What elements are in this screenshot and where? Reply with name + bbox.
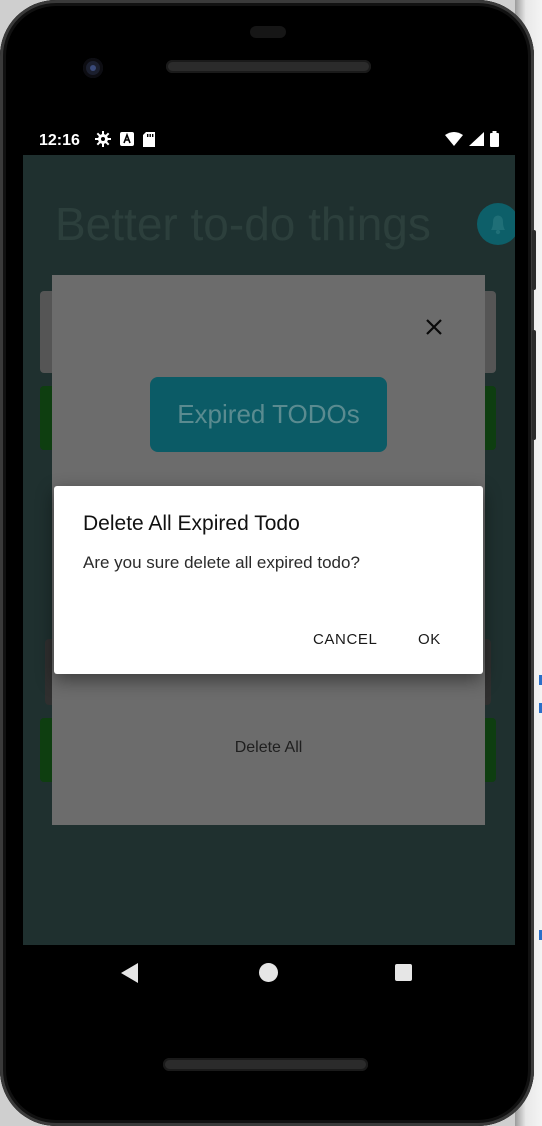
notification-bell-button[interactable] (477, 203, 515, 245)
bottom-speaker (163, 1058, 368, 1071)
home-icon[interactable] (259, 963, 278, 982)
ok-button[interactable]: OK (418, 631, 441, 648)
app-title: Better to-do things (55, 198, 431, 250)
front-camera-icon (83, 58, 103, 78)
signal-icon (469, 132, 484, 151)
navigation-bar (23, 945, 515, 1000)
cancel-button[interactable]: CANCEL (313, 631, 377, 648)
recent-apps-icon[interactable] (395, 964, 412, 981)
top-speaker (166, 60, 371, 73)
confirm-dialog: Delete All Expired Todo Are you sure del… (54, 486, 483, 674)
status-time: 12:16 (39, 132, 80, 149)
earpiece (250, 26, 286, 38)
dialog-title: Delete All Expired Todo (83, 512, 300, 535)
status-bar: 12:16 (23, 125, 515, 155)
phone-screen: 12:16 Better to-do things Expired TODOs … (23, 125, 515, 1000)
battery-icon (490, 131, 499, 152)
volume-button (532, 230, 536, 290)
bell-icon (491, 215, 505, 235)
a-box-icon (120, 132, 134, 151)
dialog-message: Are you sure delete all expired todo? (83, 553, 360, 572)
expired-todos-button[interactable]: Expired TODOs (150, 377, 387, 452)
gear-icon (95, 131, 111, 152)
power-button (532, 330, 536, 440)
wifi-icon (445, 132, 463, 151)
delete-all-button[interactable]: Delete All (52, 739, 485, 757)
close-button[interactable] (420, 313, 448, 341)
app-content: Better to-do things Expired TODOs Delete (23, 155, 515, 945)
phone-frame: 12:16 Better to-do things Expired TODOs … (0, 0, 536, 1126)
sd-card-icon (143, 131, 155, 152)
close-icon (426, 319, 442, 335)
back-icon[interactable] (121, 963, 138, 983)
